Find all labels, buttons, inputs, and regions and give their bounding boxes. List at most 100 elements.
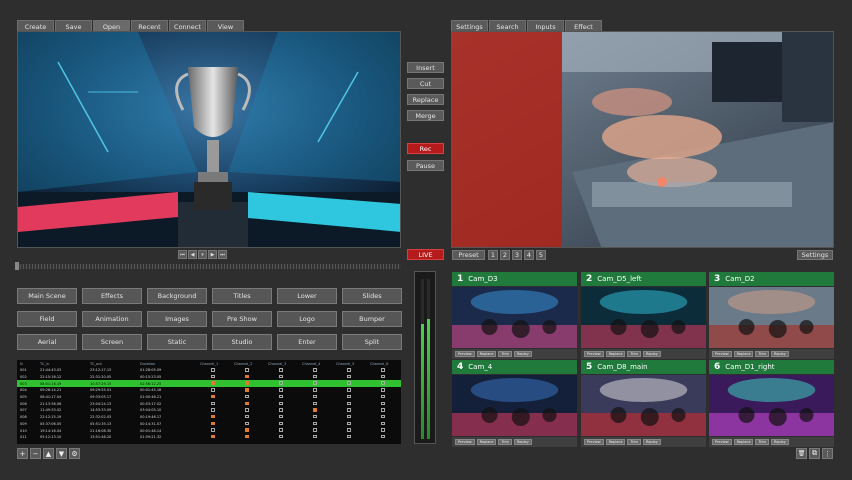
channel-checkbox[interactable] xyxy=(313,421,317,426)
channel-checkbox[interactable] xyxy=(381,408,385,412)
insert-button[interactable]: Insert xyxy=(407,62,444,73)
move-down-icon[interactable]: ▼ xyxy=(56,448,67,459)
channel-checkbox[interactable] xyxy=(347,414,351,419)
camera-replace-button[interactable]: Replace xyxy=(476,439,497,445)
camera-preview-4[interactable] xyxy=(452,375,577,436)
table-row[interactable]: 009 05:37:06.05 05:51:35.13 00:14:31.07 xyxy=(17,421,401,428)
preset-button[interactable]: Preset xyxy=(452,250,485,260)
channel-checkbox[interactable] xyxy=(381,421,385,426)
cut-button[interactable]: Cut xyxy=(407,78,444,89)
camera-preview-1[interactable] xyxy=(452,287,577,348)
table-row[interactable]: 008 22:12:15.19 22:32:02.03 00:19:46.17 xyxy=(17,414,401,421)
scrubber-handle[interactable] xyxy=(15,262,19,270)
channel-checkbox[interactable] xyxy=(245,374,249,379)
channel-checkbox[interactable] xyxy=(347,394,351,399)
channel-checkbox[interactable] xyxy=(313,408,317,412)
channel-checkbox[interactable] xyxy=(381,401,385,406)
channel-checkbox[interactable] xyxy=(245,368,249,372)
camera-header-2[interactable]: 2 Cam_D5_left xyxy=(581,272,706,286)
camera-trim-button[interactable]: Trim xyxy=(627,351,641,357)
scene-button-field[interactable]: Field xyxy=(17,311,77,327)
scene-button-enter[interactable]: Enter xyxy=(277,334,337,350)
channel-checkbox[interactable] xyxy=(347,428,351,432)
preset-2[interactable]: 2 xyxy=(500,250,510,260)
add-icon[interactable]: + xyxy=(17,448,28,459)
camera-preview-button[interactable]: Preview xyxy=(455,351,475,357)
scene-button-images[interactable]: Images xyxy=(147,311,207,327)
table-row[interactable]: 004 09:26:14.21 09:29:55.01 00:01:45.18 xyxy=(17,387,401,394)
channel-checkbox[interactable] xyxy=(279,421,283,426)
channel-checkbox[interactable] xyxy=(245,408,249,412)
channel-checkbox[interactable] xyxy=(313,374,317,379)
channel-checkbox[interactable] xyxy=(279,428,283,432)
table-row[interactable]: 006 21:13:36.06 23:04:24.13 00:53:17.02 xyxy=(17,400,401,407)
scene-button-slides[interactable]: Slides xyxy=(342,288,402,304)
scene-button-animation[interactable]: Animation xyxy=(82,311,142,327)
camera-replay-button[interactable]: Replay xyxy=(513,439,532,445)
channel-checkbox[interactable] xyxy=(211,414,215,419)
channel-checkbox[interactable] xyxy=(279,368,283,372)
channel-checkbox[interactable] xyxy=(279,434,283,439)
scene-button-static[interactable]: Static xyxy=(147,334,207,350)
channel-checkbox[interactable] xyxy=(381,381,385,385)
channel-checkbox[interactable] xyxy=(313,381,317,385)
channel-checkbox[interactable] xyxy=(279,408,283,412)
scene-button-bumper[interactable]: Bumper xyxy=(342,311,402,327)
channel-checkbox[interactable] xyxy=(347,374,351,379)
channel-checkbox[interactable] xyxy=(347,381,351,385)
table-row[interactable]: 003 08:01:18.19 10:57:29.15 02:56:12.25 xyxy=(17,380,401,388)
channel-checkbox[interactable] xyxy=(211,368,215,372)
replace-button[interactable]: Replace xyxy=(407,94,444,105)
channel-checkbox[interactable] xyxy=(245,414,249,419)
scene-button-lower[interactable]: Lower xyxy=(277,288,337,304)
channel-checkbox[interactable] xyxy=(279,374,283,379)
channel-checkbox[interactable] xyxy=(211,421,215,426)
channel-checkbox[interactable] xyxy=(313,434,317,439)
channel-checkbox[interactable] xyxy=(313,394,317,399)
trash-icon[interactable]: 🗑 xyxy=(796,448,807,459)
program-viewer[interactable] xyxy=(451,31,834,248)
skip-forward-icon[interactable]: ⏭ xyxy=(218,250,227,259)
merge-button[interactable]: Merge xyxy=(407,110,444,121)
table-row[interactable]: 002 22:15:16.12 22:31:20.05 00:15:23.05 xyxy=(17,374,401,381)
camera-trim-button[interactable]: Trim xyxy=(498,439,512,445)
channel-checkbox[interactable] xyxy=(381,368,385,372)
channel-checkbox[interactable] xyxy=(211,394,215,399)
channel-checkbox[interactable] xyxy=(381,388,385,392)
channel-checkbox[interactable] xyxy=(245,434,249,439)
scene-button-effects[interactable]: Effects xyxy=(82,288,142,304)
camera-header-6[interactable]: 6 Cam_D1_right xyxy=(709,360,834,374)
camera-preview-button[interactable]: Preview xyxy=(584,351,604,357)
channel-checkbox[interactable] xyxy=(381,428,385,432)
channel-checkbox[interactable] xyxy=(313,401,317,406)
channel-checkbox[interactable] xyxy=(381,434,385,439)
rec-button[interactable]: Rec xyxy=(407,143,444,154)
scene-button-pre-show[interactable]: Pre Show xyxy=(212,311,272,327)
step-back-icon[interactable]: ◀ xyxy=(188,250,197,259)
camera-preview-button[interactable]: Preview xyxy=(455,439,475,445)
channel-checkbox[interactable] xyxy=(347,401,351,406)
scene-button-screen[interactable]: Screen xyxy=(82,334,142,350)
camera-replace-button[interactable]: Replace xyxy=(733,351,754,357)
channel-checkbox[interactable] xyxy=(211,401,215,406)
camera-header-3[interactable]: 3 Cam_D2 xyxy=(709,272,834,286)
camera-preview-button[interactable]: Preview xyxy=(712,439,732,445)
camera-replace-button[interactable]: Replace xyxy=(605,439,626,445)
camera-preview-button[interactable]: Preview xyxy=(712,351,732,357)
timeline-scrubber[interactable] xyxy=(17,264,401,269)
scene-button-background[interactable]: Background xyxy=(147,288,207,304)
scene-button-logo[interactable]: Logo xyxy=(277,311,337,327)
camera-replace-button[interactable]: Replace xyxy=(605,351,626,357)
scene-button-aerial[interactable]: Aerial xyxy=(17,334,77,350)
channel-checkbox[interactable] xyxy=(279,394,283,399)
scene-button-titles[interactable]: Titles xyxy=(212,288,272,304)
camera-replay-button[interactable]: Replay xyxy=(770,439,789,445)
channel-checkbox[interactable] xyxy=(313,368,317,372)
more-icon[interactable]: ⋮ xyxy=(822,448,833,459)
channel-checkbox[interactable] xyxy=(245,381,249,385)
channel-checkbox[interactable] xyxy=(245,388,249,392)
camera-preview-3[interactable] xyxy=(709,287,834,348)
table-row[interactable]: 010 19:14:16.04 21:16:08.30 00:01:48.14 xyxy=(17,427,401,434)
step-forward-icon[interactable]: ▶ xyxy=(208,250,217,259)
camera-replace-button[interactable]: Replace xyxy=(733,439,754,445)
